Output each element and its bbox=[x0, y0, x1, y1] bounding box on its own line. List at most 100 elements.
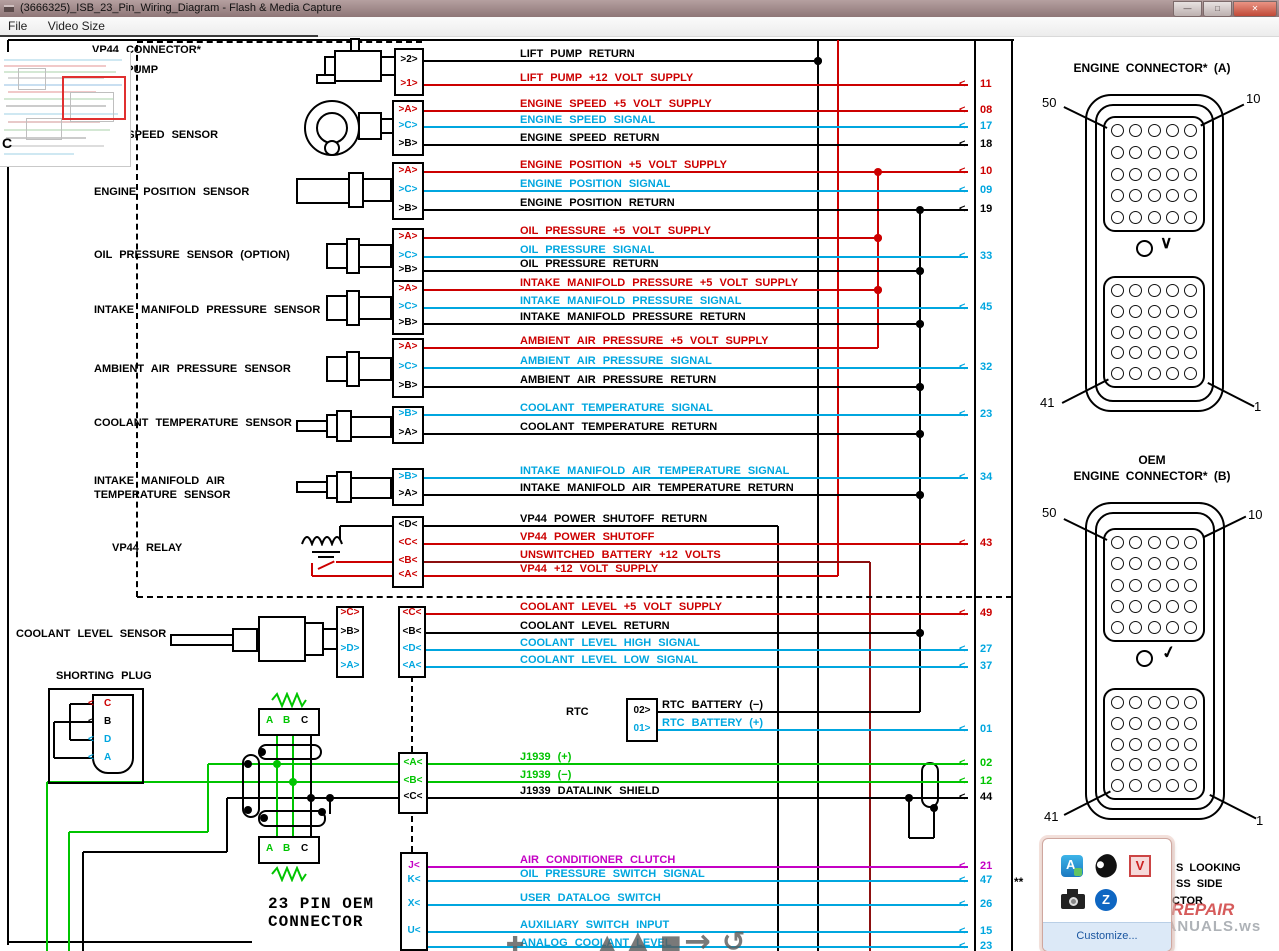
wire-line bbox=[424, 477, 968, 479]
pin-hole bbox=[1166, 579, 1179, 592]
translator-icon[interactable]: A bbox=[1061, 855, 1083, 877]
pin-hole bbox=[1129, 579, 1142, 592]
outline-shape bbox=[232, 628, 258, 652]
menu-video-size[interactable]: Video Size bbox=[40, 17, 113, 35]
wire-label: ENGINE POSITION SIGNAL bbox=[520, 178, 670, 190]
pin-letter: >B> bbox=[399, 203, 418, 214]
wire-line bbox=[424, 256, 968, 258]
junction-dot bbox=[326, 794, 334, 802]
label: INTAKE MANIFOLD AIR bbox=[94, 475, 225, 487]
junction-dot bbox=[258, 748, 266, 756]
wire-label: ENGINE SPEED SIGNAL bbox=[520, 114, 655, 126]
label: OIL PRESSURE SENSOR (OPTION) bbox=[94, 249, 290, 261]
v-checker-icon[interactable]: V bbox=[1129, 855, 1151, 877]
pin-hole bbox=[1129, 146, 1142, 159]
pin-letter: >A> bbox=[399, 104, 418, 115]
outline-shape bbox=[258, 616, 306, 662]
label: B bbox=[283, 715, 290, 726]
pin-hole bbox=[1148, 124, 1161, 137]
ecm-pin-number: 11 bbox=[980, 78, 992, 90]
diagram-minimap[interactable]: C bbox=[0, 52, 131, 167]
wire-segment bbox=[340, 525, 392, 527]
pin-hole bbox=[1184, 211, 1197, 224]
pin-hole bbox=[1148, 211, 1161, 224]
outline-shape bbox=[258, 744, 322, 760]
pin-hole bbox=[1111, 146, 1124, 159]
wire-line bbox=[426, 666, 968, 668]
pin-letter: <A< bbox=[403, 660, 422, 671]
wire-label: COOLANT LEVEL RETURN bbox=[520, 620, 670, 632]
wire-label: AIR CONDITIONER CLUTCH bbox=[520, 854, 675, 866]
screen-capture-icon[interactable] bbox=[1061, 889, 1083, 911]
label: S LOOKING bbox=[1176, 862, 1241, 874]
label: B bbox=[104, 716, 111, 727]
pin-arrow-icon: < bbox=[959, 250, 965, 262]
wire-label: INTAKE MANIFOLD AIR TEMPERATURE SIGNAL bbox=[520, 465, 789, 477]
pin-arrow-icon: < bbox=[959, 643, 965, 655]
customize-link[interactable]: Customize... bbox=[1076, 930, 1137, 942]
ecm-pin-number: 09 bbox=[980, 184, 992, 196]
label: RTC bbox=[566, 706, 589, 718]
pin-hole bbox=[1111, 168, 1124, 181]
outline-shape bbox=[358, 244, 392, 268]
wire-segment bbox=[336, 561, 392, 563]
player-control-icon[interactable]: ▲ bbox=[598, 929, 616, 951]
wire-segment bbox=[877, 172, 879, 348]
wire-label: J1939 (+) bbox=[520, 751, 571, 763]
outline-shape bbox=[334, 50, 382, 82]
player-control-icon[interactable]: → bbox=[684, 922, 711, 951]
ecm-pin-number: 27 bbox=[980, 643, 992, 655]
wire-label: INTAKE MANIFOLD PRESSURE RETURN bbox=[520, 311, 746, 323]
pin-letter: 02> bbox=[634, 705, 651, 716]
wire-line bbox=[424, 525, 778, 527]
wire-line bbox=[424, 126, 968, 128]
pin-hole bbox=[1111, 367, 1124, 380]
pin-hole bbox=[1166, 600, 1179, 613]
minimize-button[interactable]: — bbox=[1173, 1, 1202, 17]
pin-letter: 01> bbox=[634, 723, 651, 734]
zalo-icon[interactable]: Z bbox=[1095, 889, 1117, 911]
pin-arrow-icon: < bbox=[959, 408, 965, 420]
pin-letter: U< bbox=[407, 925, 420, 936]
wire-segment bbox=[83, 851, 227, 853]
pin-letter: >B> bbox=[399, 380, 418, 391]
pin-arrow-icon: < bbox=[959, 203, 965, 215]
pin-hole bbox=[1184, 696, 1197, 709]
divider bbox=[0, 35, 318, 37]
player-control-icon[interactable]: ■ bbox=[660, 931, 682, 951]
pin-letter: <B< bbox=[404, 775, 423, 786]
pin-hole bbox=[1148, 758, 1161, 771]
junction-dot bbox=[814, 57, 822, 65]
wire-line bbox=[424, 84, 968, 86]
wire-label: OIL PRESSURE RETURN bbox=[520, 258, 659, 270]
outline-shape bbox=[358, 296, 392, 320]
window-system-icon[interactable] bbox=[4, 5, 14, 12]
menu-file[interactable]: File bbox=[0, 17, 35, 35]
mouse-utility-icon[interactable] bbox=[1091, 851, 1120, 880]
label: CONNECTOR bbox=[268, 914, 363, 932]
pin-arrow-icon: < bbox=[959, 471, 965, 483]
ecm-pin-number: 49 bbox=[980, 607, 992, 619]
player-control-icon[interactable]: ✚ bbox=[506, 933, 524, 951]
keyway-mark-icon: ∨ bbox=[1160, 234, 1172, 253]
popup-footer: Customize... bbox=[1043, 922, 1171, 951]
ecm-pin-number: 26 bbox=[980, 898, 992, 910]
wire-label: J1939 DATALINK SHIELD bbox=[520, 785, 660, 797]
player-control-icon[interactable]: ▲ bbox=[626, 924, 650, 951]
player-control-icon[interactable]: ↺ bbox=[722, 925, 745, 951]
outline-shape bbox=[296, 481, 328, 493]
wire-segment bbox=[4, 145, 104, 147]
pin-hole bbox=[1129, 717, 1142, 730]
pin-hole bbox=[1166, 536, 1179, 549]
pin-number-label: 1 bbox=[1254, 400, 1261, 414]
outline-shape bbox=[326, 295, 348, 321]
app-window: (3666325)_ISB_23_Pin_Wiring_Diagram - Fl… bbox=[0, 0, 1279, 951]
label: A bbox=[266, 843, 273, 854]
junction-dot bbox=[916, 430, 924, 438]
ecm-pin-number: 43 bbox=[980, 537, 992, 549]
pin-arrow-icon: < bbox=[959, 723, 965, 735]
maximize-button[interactable]: □ bbox=[1203, 1, 1232, 17]
wire-label: J1939 (−) bbox=[520, 769, 571, 781]
pin-hole bbox=[1148, 738, 1161, 751]
close-button[interactable]: ✕ bbox=[1233, 1, 1277, 17]
